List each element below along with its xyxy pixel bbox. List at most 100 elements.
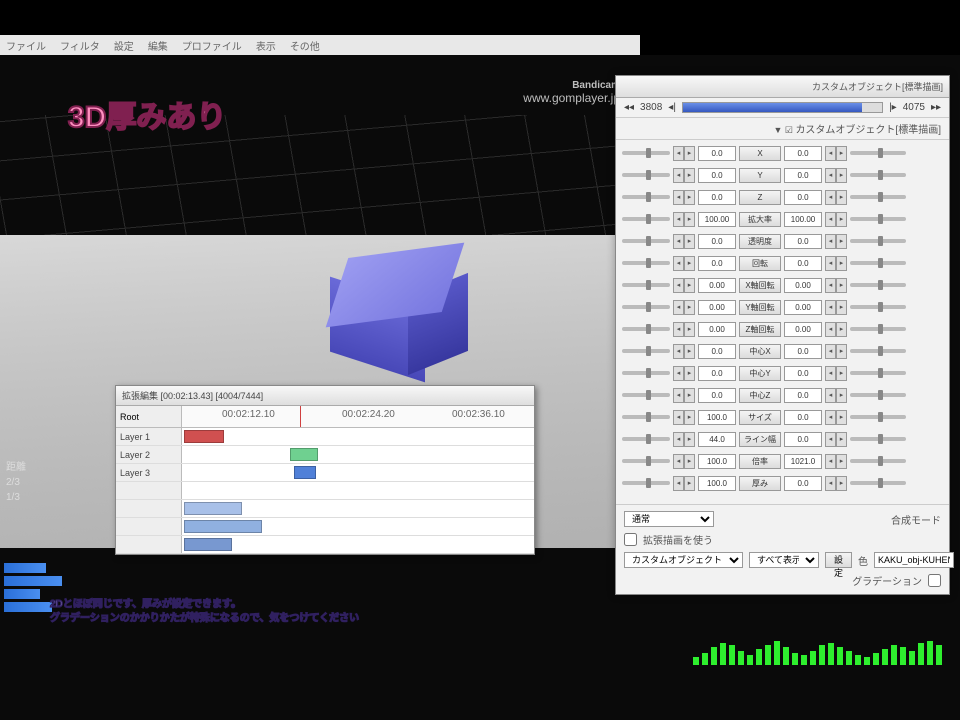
value-right[interactable]: 0.0 [784, 234, 822, 249]
slider-right[interactable] [850, 415, 906, 419]
stepper-left[interactable]: ◂▸ [673, 322, 695, 337]
clip[interactable] [294, 466, 316, 479]
clip[interactable] [184, 502, 242, 515]
stepper-left[interactable]: ◂▸ [673, 146, 695, 161]
menu-item[interactable]: 設定 [114, 38, 134, 53]
value-right[interactable]: 0.00 [784, 322, 822, 337]
param-name-button[interactable]: 倍率 [739, 454, 781, 469]
timeline-ruler[interactable]: 00:02:12.10 00:02:24.20 00:02:36.10 [182, 406, 534, 427]
slider-right[interactable] [850, 393, 906, 397]
stepper-right[interactable]: ◂▸ [825, 190, 847, 205]
stepper-right[interactable]: ◂▸ [825, 366, 847, 381]
stepper-right[interactable]: ◂▸ [825, 388, 847, 403]
layer-track[interactable] [182, 482, 534, 499]
param-name-button[interactable]: 中心Z [739, 388, 781, 403]
value-right[interactable]: 0.00 [784, 278, 822, 293]
slider-left[interactable] [622, 239, 670, 243]
properties-titlebar[interactable]: カスタムオブジェクト[標準描画] [616, 76, 949, 98]
param-name-button[interactable]: 中心X [739, 344, 781, 359]
value-right[interactable]: 0.0 [784, 190, 822, 205]
slider-right[interactable] [850, 371, 906, 375]
clip[interactable] [184, 520, 262, 533]
stepper-left[interactable]: ◂▸ [673, 344, 695, 359]
slider-left[interactable] [622, 349, 670, 353]
timeline-title[interactable]: 拡張編集 [00:02:13.43] [4004/7444] [116, 386, 534, 406]
seek-bar[interactable] [682, 102, 883, 113]
stepper-right[interactable]: ◂▸ [825, 322, 847, 337]
stepper-right[interactable]: ◂▸ [825, 344, 847, 359]
gradient-checkbox[interactable] [928, 574, 941, 587]
layer-label[interactable] [116, 518, 182, 535]
slider-right[interactable] [850, 437, 906, 441]
slider-left[interactable] [622, 459, 670, 463]
value-left[interactable]: 0.0 [698, 388, 736, 403]
menu-item[interactable]: プロファイル [182, 38, 242, 53]
stepper-right[interactable]: ◂▸ [825, 454, 847, 469]
value-left[interactable]: 0.0 [698, 146, 736, 161]
menu-item[interactable]: フィルタ [60, 38, 100, 53]
timeline-root[interactable]: Root [116, 406, 182, 427]
value-left[interactable]: 100.0 [698, 476, 736, 491]
value-left[interactable]: 0.00 [698, 278, 736, 293]
stepper-left[interactable]: ◂▸ [673, 300, 695, 315]
timeline-row[interactable] [116, 482, 534, 500]
slider-left[interactable] [622, 151, 670, 155]
timeline-row[interactable] [116, 536, 534, 554]
stepper-left[interactable]: ◂▸ [673, 190, 695, 205]
stepper-right[interactable]: ◂▸ [825, 410, 847, 425]
menu-item[interactable]: ファイル [6, 38, 46, 53]
slider-left[interactable] [622, 173, 670, 177]
playhead[interactable] [300, 406, 301, 427]
blend-mode-select[interactable]: 通常 [624, 511, 714, 527]
value-right[interactable]: 0.0 [784, 432, 822, 447]
param-name-button[interactable]: 中心Y [739, 366, 781, 381]
prev-frame-icon[interactable]: ◂◂ [624, 102, 634, 113]
value-right[interactable]: 0.0 [784, 410, 822, 425]
param-name-button[interactable]: Y [739, 168, 781, 183]
slider-right[interactable] [850, 151, 906, 155]
value-right[interactable]: 100.00 [784, 212, 822, 227]
value-right[interactable]: 0.0 [784, 388, 822, 403]
param-name-button[interactable]: 透明度 [739, 234, 781, 249]
next-frame-icon[interactable]: ▸▸ [931, 102, 941, 113]
param-name-button[interactable]: X軸回転 [739, 278, 781, 293]
value-right[interactable]: 0.0 [784, 256, 822, 271]
value-left[interactable]: 0.00 [698, 300, 736, 315]
slider-right[interactable] [850, 481, 906, 485]
slider-right[interactable] [850, 283, 906, 287]
layer-track[interactable] [182, 446, 534, 463]
clip[interactable] [184, 538, 232, 551]
value-left[interactable]: 0.0 [698, 256, 736, 271]
param-name-button[interactable]: ライン幅 [739, 432, 781, 447]
layer-label[interactable]: Layer 1 [116, 428, 182, 445]
value-left[interactable]: 0.00 [698, 322, 736, 337]
layer-track[interactable] [182, 518, 534, 535]
stepper-left[interactable]: ◂▸ [673, 234, 695, 249]
stepper-right[interactable]: ◂▸ [825, 256, 847, 271]
stepper-right[interactable]: ◂▸ [825, 476, 847, 491]
layer-label[interactable]: Layer 3 [116, 464, 182, 481]
cube-object[interactable] [330, 250, 460, 360]
stepper-right[interactable]: ◂▸ [825, 168, 847, 183]
app-menubar[interactable]: ファイル フィルタ 設定 編集 プロファイル 表示 その他 [0, 35, 640, 55]
slider-right[interactable] [850, 217, 906, 221]
slider-left[interactable] [622, 261, 670, 265]
value-left[interactable]: 0.0 [698, 168, 736, 183]
stepper-right[interactable]: ◂▸ [825, 212, 847, 227]
menu-item[interactable]: 表示 [256, 38, 276, 53]
slider-right[interactable] [850, 305, 906, 309]
timeline-row[interactable]: Layer 2 [116, 446, 534, 464]
slider-left[interactable] [622, 327, 670, 331]
slider-left[interactable] [622, 481, 670, 485]
slider-left[interactable] [622, 305, 670, 309]
step-back-icon[interactable]: ◂| [668, 102, 676, 113]
settings-button[interactable]: 設定 [825, 552, 852, 568]
param-name-button[interactable]: サイズ [739, 410, 781, 425]
layer-label[interactable]: Layer 2 [116, 446, 182, 463]
slider-right[interactable] [850, 261, 906, 265]
figure-filter-select[interactable]: すべて表示 [749, 552, 819, 568]
stepper-right[interactable]: ◂▸ [825, 300, 847, 315]
layer-track[interactable] [182, 500, 534, 517]
stepper-right[interactable]: ◂▸ [825, 432, 847, 447]
value-right[interactable]: 0.0 [784, 146, 822, 161]
